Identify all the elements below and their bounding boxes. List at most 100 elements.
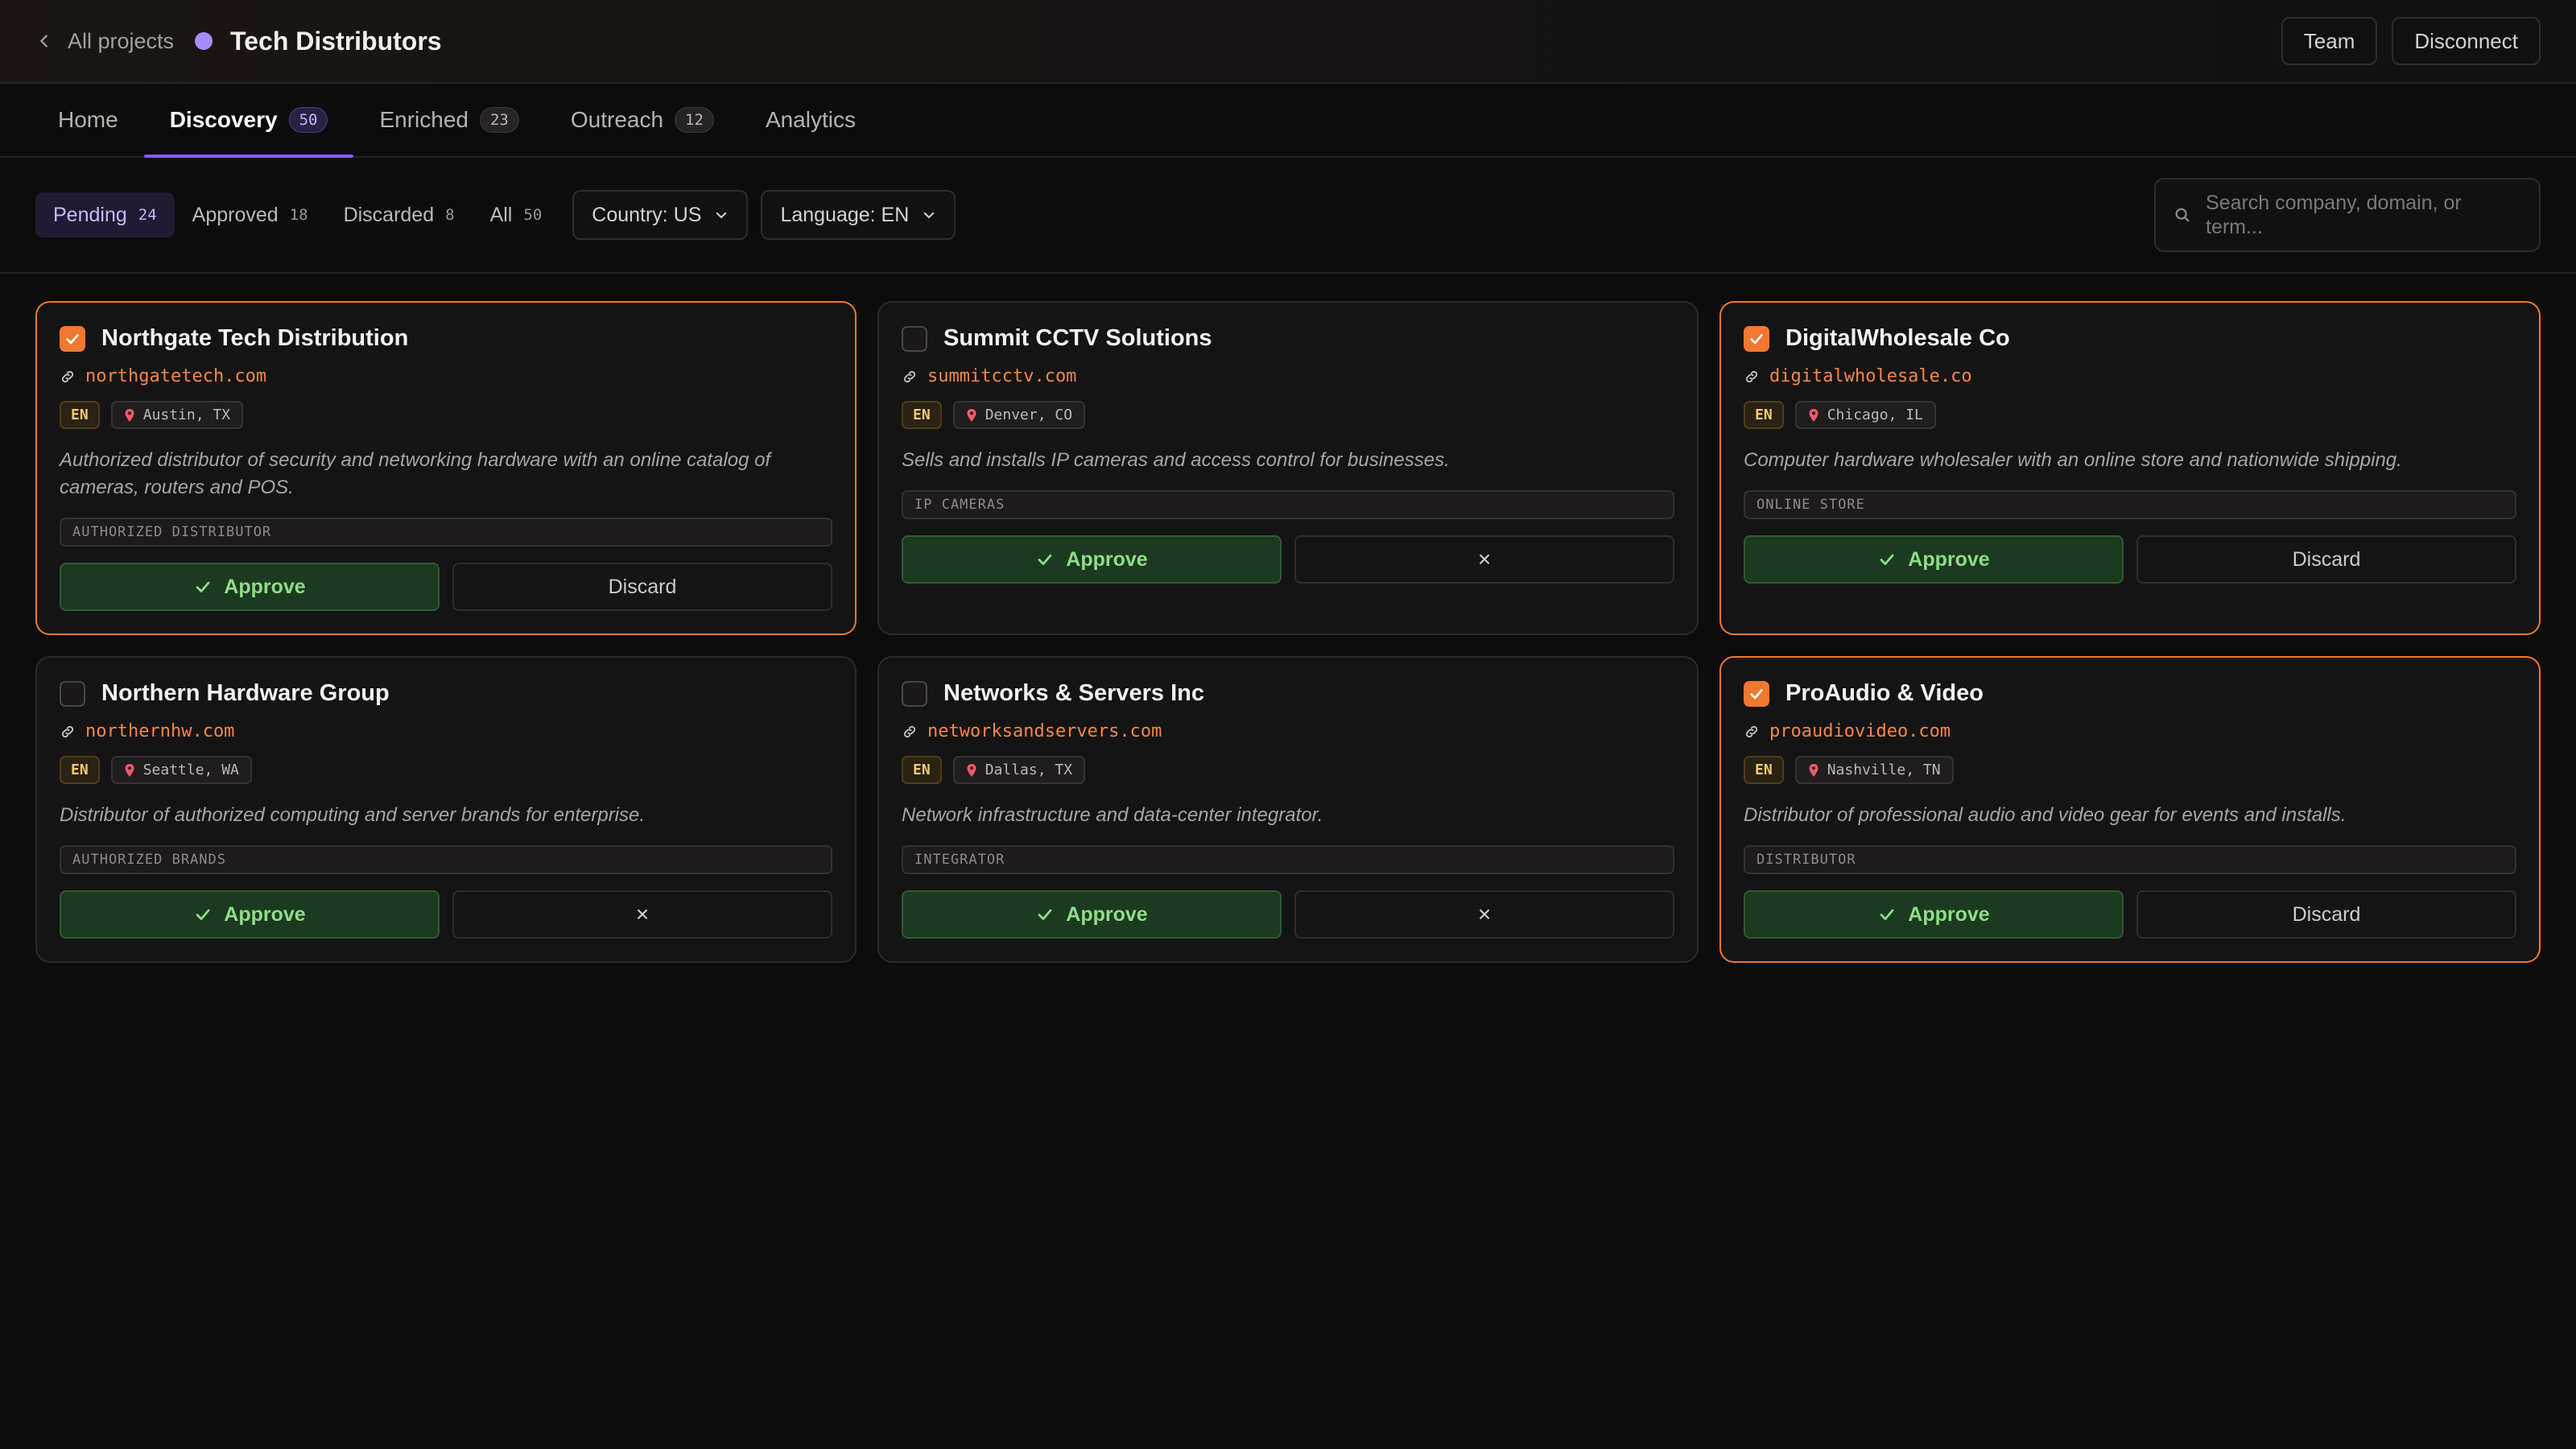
filter-bar: Pending 24 Approved 18 Discarded 8 All 5…: [0, 158, 2576, 274]
company-description: Computer hardware wholesaler with an onl…: [1744, 449, 2402, 471]
approve-label: Approve: [1908, 547, 1990, 571]
tab-outreach[interactable]: Outreach 12: [545, 84, 740, 156]
category-tag: AUTHORIZED DISTRIBUTOR: [60, 518, 832, 547]
link-icon: [61, 370, 74, 382]
tab-count-badge: 50: [288, 107, 328, 133]
tab-label: Discovery: [169, 107, 278, 132]
language-select[interactable]: Language: EN: [761, 190, 956, 240]
select-checkbox[interactable]: [902, 680, 927, 707]
tab-home[interactable]: Home: [32, 84, 144, 156]
language-badge: EN: [60, 401, 100, 429]
select-checkbox[interactable]: [60, 680, 85, 707]
approve-button[interactable]: Approve: [902, 890, 1282, 939]
filter-label: Approved: [192, 203, 279, 226]
tab-count-badge: 23: [479, 107, 519, 133]
check-icon: [1750, 333, 1763, 344]
category-tag: AUTHORIZED BRANDS: [60, 845, 832, 874]
approve-button[interactable]: Approve: [60, 890, 440, 939]
discard-button[interactable]: ×: [1294, 535, 1674, 584]
select-checkbox[interactable]: [60, 325, 85, 352]
company-domain-link[interactable]: summitcctv.com: [902, 366, 1674, 386]
domain-text: proaudiovideo.com: [1769, 721, 1951, 741]
country-select-value: Country: US: [592, 203, 702, 226]
approve-button[interactable]: Approve: [1744, 535, 2124, 584]
map-pin-icon: [1809, 408, 1818, 422]
top-header: All projects Tech Distributors Team Disc…: [0, 0, 2576, 84]
language-badge: EN: [1744, 756, 1784, 784]
filter-all[interactable]: All 50: [473, 192, 560, 237]
select-checkbox[interactable]: [1744, 680, 1769, 707]
approve-label: Approve: [1066, 547, 1148, 571]
search-input[interactable]: Search company, domain, or term...: [2206, 191, 2521, 239]
map-pin-icon: [1809, 763, 1818, 777]
domain-text: networksandservers.com: [927, 721, 1162, 741]
search-box[interactable]: Search company, domain, or term...: [2154, 178, 2541, 252]
company-card: Northern Hardware Group northernhw.com E…: [35, 656, 857, 963]
company-domain-link[interactable]: digitalwholesale.co: [1744, 366, 2516, 386]
company-domain-link[interactable]: networksandservers.com: [902, 721, 1674, 741]
company-description: Sells and installs IP cameras and access…: [902, 449, 1450, 471]
link-icon: [903, 370, 916, 382]
company-description: Authorized distributor of security and n…: [60, 449, 771, 498]
domain-text: northgatetech.com: [85, 366, 267, 386]
location-badge: Seattle, WA: [110, 756, 252, 784]
company-description: Network infrastructure and data-center i…: [902, 804, 1323, 826]
country-select[interactable]: Country: US: [572, 190, 749, 240]
project-color-dot: [195, 32, 213, 50]
map-pin-icon: [125, 408, 134, 422]
check-icon: [1038, 554, 1052, 565]
back-link-label: All projects: [68, 28, 175, 53]
discard-button[interactable]: Discard: [2136, 535, 2516, 584]
filter-label: Discarded: [343, 203, 435, 226]
location-badge: Dallas, TX: [952, 756, 1086, 784]
tab-count-badge: 12: [675, 107, 714, 133]
filter-approved[interactable]: Approved 18: [175, 192, 326, 237]
chevron-down-icon: [716, 212, 727, 218]
approve-button[interactable]: Approve: [60, 563, 440, 611]
select-checkbox[interactable]: [902, 325, 927, 352]
tab-label: Enriched: [379, 107, 469, 132]
location-text: Denver, CO: [985, 407, 1073, 423]
approve-button[interactable]: Approve: [1744, 890, 2124, 939]
discard-button[interactable]: ×: [1294, 890, 1674, 939]
tab-analytics[interactable]: Analytics: [740, 84, 881, 156]
approve-label: Approve: [1066, 902, 1148, 926]
discard-button[interactable]: ×: [452, 890, 832, 939]
check-icon: [196, 909, 210, 920]
company-domain-link[interactable]: proaudiovideo.com: [1744, 721, 2516, 741]
search-icon: [2175, 208, 2190, 222]
discard-label: ×: [1477, 547, 1492, 572]
tab-enriched[interactable]: Enriched 23: [353, 84, 544, 156]
link-icon: [1745, 370, 1758, 382]
location-text: Seattle, WA: [142, 762, 239, 778]
chevron-left-icon: [40, 35, 47, 47]
location-text: Austin, TX: [142, 407, 231, 423]
filter-discarded[interactable]: Discarded 8: [326, 192, 473, 237]
location-badge: Denver, CO: [952, 401, 1086, 429]
filter-pending[interactable]: Pending 24: [35, 192, 175, 237]
team-button[interactable]: Team: [2281, 17, 2378, 65]
link-icon: [903, 725, 916, 737]
filter-label: Pending: [53, 203, 127, 226]
map-pin-icon: [967, 408, 976, 422]
language-badge: EN: [902, 401, 942, 429]
category-tag: DISTRIBUTOR: [1744, 845, 2516, 874]
tab-discovery[interactable]: Discovery 50: [143, 84, 354, 158]
location-text: Nashville, TN: [1827, 762, 1941, 778]
company-domain-link[interactable]: northernhw.com: [60, 721, 832, 741]
check-icon: [1880, 909, 1894, 920]
discard-label: ×: [635, 902, 650, 927]
domain-text: digitalwholesale.co: [1769, 366, 1972, 386]
company-domain-link[interactable]: northgatetech.com: [60, 366, 832, 386]
discard-button[interactable]: Discard: [452, 563, 832, 611]
company-description: Distributor of authorized computing and …: [60, 804, 646, 826]
discard-button[interactable]: Discard: [2136, 890, 2516, 939]
disconnect-button[interactable]: Disconnect: [2392, 17, 2541, 65]
select-checkbox[interactable]: [1744, 325, 1769, 352]
domain-text: northernhw.com: [85, 721, 235, 741]
approve-button[interactable]: Approve: [902, 535, 1282, 584]
back-to-projects-link[interactable]: All projects: [35, 29, 174, 54]
domain-text: summitcctv.com: [927, 366, 1077, 386]
location-badge: Nashville, TN: [1794, 756, 1954, 784]
link-icon: [61, 725, 74, 737]
